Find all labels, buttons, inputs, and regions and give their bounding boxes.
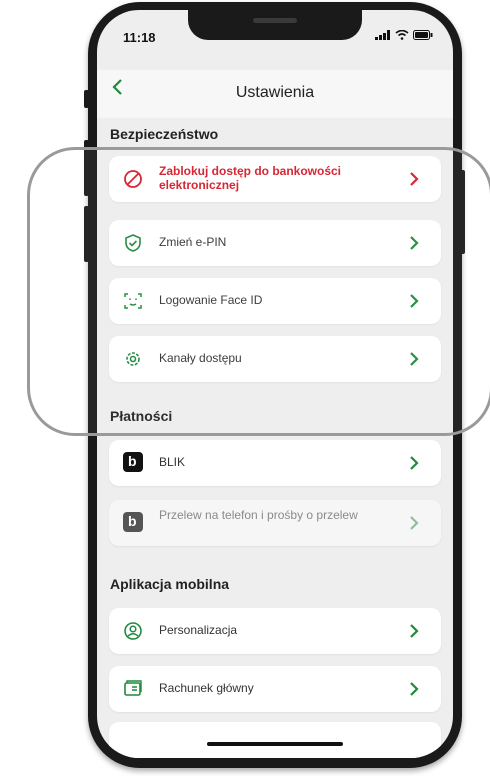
chevron-right-icon: [410, 682, 419, 696]
status-icons: [375, 30, 433, 40]
chevron-right-icon: [410, 456, 419, 470]
phone-transfer-item[interactable]: b Przelew na telefon i prośby o przelew: [109, 500, 441, 546]
personalization-item[interactable]: Personalizacja: [109, 608, 441, 654]
header-bar: Ustawienia: [97, 70, 453, 118]
blik-icon: b: [123, 512, 143, 532]
user-circle-icon: [124, 622, 142, 640]
chevron-right-icon: [410, 516, 419, 530]
notch: [188, 10, 362, 40]
main-account-label: Rachunek główny: [159, 681, 254, 695]
account-card-icon: [124, 680, 142, 696]
blik-item[interactable]: b BLIK: [109, 440, 441, 486]
security-highlight-frame: [27, 147, 490, 436]
chevron-right-icon: [410, 624, 419, 638]
main-account-item[interactable]: Rachunek główny: [109, 666, 441, 712]
home-indicator[interactable]: [207, 742, 343, 746]
list-item-partial[interactable]: [109, 722, 441, 758]
battery-icon: [413, 30, 433, 40]
mute-switch: [84, 90, 89, 108]
blik-icon: b: [123, 452, 143, 472]
wifi-icon: [395, 30, 409, 40]
phone-transfer-label: Przelew na telefon i prośby o przelew: [159, 508, 358, 522]
section-mobile-app: Aplikacja mobilna: [110, 576, 230, 592]
personalization-label: Personalizacja: [159, 623, 238, 637]
status-time: 11:18: [123, 30, 156, 45]
page-title: Ustawienia: [235, 84, 315, 101]
signal-icon: [375, 30, 390, 40]
section-security: Bezpieczeństwo: [110, 126, 219, 142]
blik-label: BLIK: [159, 455, 186, 469]
